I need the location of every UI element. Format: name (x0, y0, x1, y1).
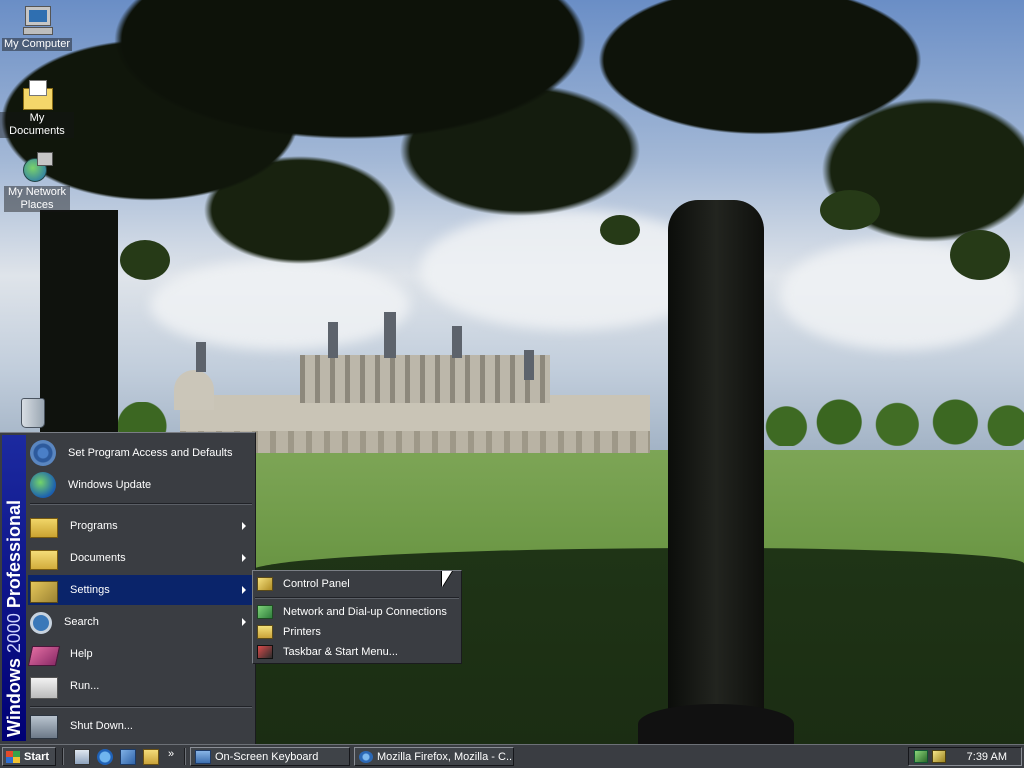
run-icon (30, 676, 58, 699)
settings-submenu: Control Panel Network and Dial-up Connec… (252, 570, 462, 664)
documents-folder-icon (30, 550, 58, 570)
start-menu-banner: Windows 2000 Professional (2, 435, 26, 741)
start-button[interactable]: Start (2, 747, 56, 766)
quick-launch-more-button[interactable]: » (168, 748, 174, 760)
menu-item-label: Run... (70, 680, 100, 692)
program-access-icon (30, 440, 56, 466)
menu-item-label: Documents (70, 552, 126, 564)
network-places-icon (21, 152, 53, 184)
desktop-icon-label: My Computer (1, 38, 73, 51)
task-button-firefox[interactable]: Mozilla Firefox, Mozilla - C... (354, 747, 514, 766)
banner-version-text: 2000 (4, 613, 24, 654)
menu-item-label: Settings (70, 584, 110, 596)
my-documents-icon (21, 78, 53, 110)
submenu-item-control-panel[interactable]: Control Panel (255, 574, 459, 594)
desktop-icon-my-documents[interactable]: My Documents (0, 78, 74, 138)
control-panel-icon (257, 577, 273, 591)
menu-item-programs[interactable]: Programs (28, 511, 254, 541)
desktop-icon-network-places[interactable]: My Network Places (0, 152, 74, 212)
submenu-item-label: Network and Dial-up Connections (283, 606, 447, 618)
firefox-icon (359, 750, 373, 763)
wallpaper-castle-tower (328, 322, 338, 358)
menu-item-documents[interactable]: Documents (28, 543, 254, 573)
wallpaper-leaves (950, 230, 1010, 280)
wallpaper-leaves (820, 190, 880, 230)
help-icon (27, 646, 61, 666)
folder-icon[interactable] (143, 749, 159, 765)
submenu-item-printers[interactable]: Printers (255, 622, 459, 642)
desktop-icon-label: My Documents (0, 112, 74, 138)
submenu-arrow-icon (242, 618, 246, 626)
taskbar-start-menu-icon (257, 645, 273, 659)
menu-item-label: Shut Down... (70, 720, 133, 732)
clock[interactable]: 7:39 AM (967, 751, 1007, 763)
windows-update-icon (30, 472, 56, 498)
volume-tray-icon[interactable] (932, 750, 946, 763)
menu-item-label: Programs (70, 520, 118, 532)
submenu-arrow-icon (242, 586, 246, 594)
menu-separator (30, 503, 252, 505)
windows-logo-icon (6, 750, 20, 763)
wallpaper-tree-row (760, 398, 1024, 446)
menu-item-run[interactable]: Run... (28, 671, 254, 701)
wallpaper-castle-tower (452, 326, 462, 358)
menu-item-label: Set Program Access and Defaults (68, 447, 233, 459)
wallpaper-castle-tower (384, 312, 396, 358)
banner-windows-text: Windows (4, 658, 24, 737)
recycle-bin-icon[interactable] (20, 398, 46, 428)
submenu-item-label: Control Panel (283, 578, 350, 590)
menu-item-label: Help (70, 648, 93, 660)
show-desktop-icon[interactable] (74, 749, 90, 765)
wallpaper-castle-dome (174, 370, 214, 410)
my-computer-icon (21, 4, 53, 36)
menu-item-shut-down[interactable]: Shut Down... (28, 711, 254, 741)
submenu-arrow-icon (242, 554, 246, 562)
network-tray-icon[interactable] (914, 750, 928, 763)
network-connections-icon (257, 605, 273, 619)
mouse-cursor-icon (442, 571, 452, 587)
taskbar-divider (62, 748, 64, 765)
task-button-label: On-Screen Keyboard (215, 750, 319, 763)
submenu-item-label: Taskbar & Start Menu... (283, 646, 398, 658)
desktop-icon-my-computer[interactable]: My Computer (0, 4, 74, 51)
submenu-item-taskbar-start-menu[interactable]: Taskbar & Start Menu... (255, 642, 459, 662)
menu-item-label: Windows Update (68, 479, 152, 491)
menu-item-set-program-access[interactable]: Set Program Access and Defaults (28, 438, 254, 468)
task-button-label: Mozilla Firefox, Mozilla - C... (377, 750, 514, 763)
outlook-express-icon[interactable] (120, 749, 136, 765)
start-menu: Windows 2000 Professional Set Program Ac… (0, 432, 256, 744)
taskbar: Start » On-Screen Keyboard Mozilla Firef… (0, 744, 1024, 768)
banner-edition-text: Professional (4, 500, 24, 609)
task-button-on-screen-keyboard[interactable]: On-Screen Keyboard (190, 747, 350, 766)
menu-item-settings[interactable]: Settings (28, 575, 254, 605)
menu-item-windows-update[interactable]: Windows Update (28, 470, 254, 500)
system-tray: 7:39 AM (908, 747, 1022, 766)
wallpaper-leaves (120, 240, 170, 280)
menu-item-search[interactable]: Search (28, 607, 254, 637)
submenu-item-network-connections[interactable]: Network and Dial-up Connections (255, 602, 459, 622)
settings-icon (30, 580, 58, 603)
wallpaper-castle-tower (196, 342, 206, 372)
menu-separator (30, 706, 252, 708)
printers-icon (257, 625, 273, 639)
start-button-label: Start (24, 750, 50, 763)
internet-explorer-icon[interactable] (97, 749, 113, 765)
wallpaper-leaves (600, 215, 640, 245)
wallpaper-castle-keep (300, 355, 550, 403)
submenu-separator (255, 597, 459, 599)
programs-folder-icon (30, 518, 58, 538)
search-icon (30, 612, 52, 634)
taskbar-divider (184, 748, 186, 765)
submenu-item-label: Printers (283, 626, 321, 638)
on-screen-keyboard-icon (195, 749, 211, 764)
menu-item-help[interactable]: Help (27, 639, 254, 669)
submenu-arrow-icon (242, 522, 246, 530)
desktop-icon-label: My Network Places (4, 186, 70, 212)
shutdown-icon (30, 715, 58, 739)
menu-item-label: Search (64, 616, 99, 628)
wallpaper-castle-tower (524, 350, 534, 380)
